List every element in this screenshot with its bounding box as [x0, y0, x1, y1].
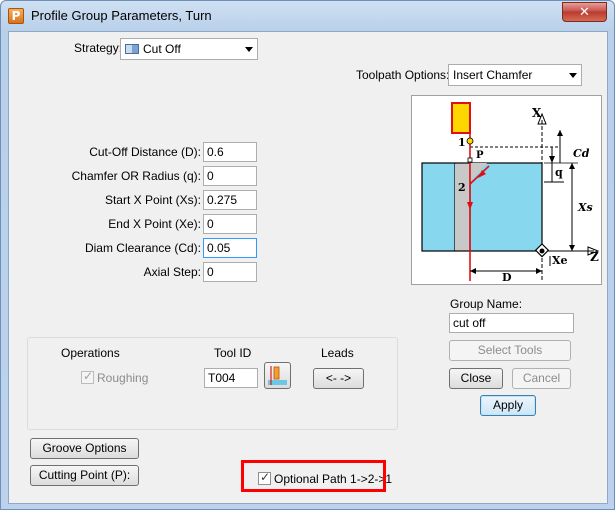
group-name-input[interactable]: cut off	[449, 313, 574, 333]
tool-picker-button[interactable]	[264, 362, 291, 389]
dialog-body: Strategy: Cut Off Toolpath Options: Inse…	[8, 31, 608, 504]
close-window-button[interactable]: ✕	[562, 2, 607, 22]
x-axis-label: X	[532, 106, 542, 120]
diam-clearance-label: Diam Clearance (Cd):	[84, 241, 201, 255]
tool-icon	[451, 102, 471, 134]
chamfer-radius-label: Chamfer OR Radius (q):	[71, 169, 201, 183]
roughing-checkbox[interactable]: ✓	[81, 369, 94, 384]
dialog-window: P Profile Group Parameters, Turn ✕ Strat…	[0, 0, 615, 510]
toolpath-options-dropdown[interactable]: Insert Chamfer	[448, 64, 582, 86]
axial-step-label: Axial Step:	[143, 265, 201, 279]
xe-label: Xe	[552, 254, 568, 267]
window-title: Profile Group Parameters, Turn	[31, 8, 212, 23]
roughing-label: Roughing	[97, 371, 149, 385]
cd-label: Cd	[573, 147, 590, 160]
d-label: D	[502, 271, 512, 284]
part-left-block	[421, 162, 456, 252]
chevron-down-icon	[569, 73, 577, 78]
groove-options-button[interactable]: Groove Options	[30, 438, 139, 459]
z-axis-label: Z	[590, 250, 599, 264]
point-1-marker	[466, 137, 474, 145]
axial-step-input[interactable]: 0	[203, 262, 257, 282]
select-tools-button[interactable]: Select Tools	[449, 340, 571, 361]
end-x-label: End X Point (Xe):	[108, 217, 201, 231]
chamfer-radius-input[interactable]: 0	[203, 166, 257, 186]
highlight-box	[241, 460, 386, 492]
apply-button[interactable]: Apply	[480, 395, 536, 416]
close-button[interactable]: Close	[449, 368, 503, 389]
cutoff-distance-input[interactable]: 0.6	[203, 142, 257, 162]
leads-header: Leads	[321, 346, 354, 360]
start-x-input[interactable]: 0.275	[203, 190, 257, 210]
cutoff-distance-label: Cut-Off Distance (D):	[89, 145, 201, 159]
cut-off-icon	[125, 44, 139, 54]
end-x-input[interactable]: 0	[203, 214, 257, 234]
checkmark-icon: ✓	[83, 369, 94, 383]
tool-id-header: Tool ID	[214, 346, 252, 360]
point-2-label: 2	[458, 181, 466, 194]
strategy-value: Cut Off	[143, 42, 181, 56]
cancel-button[interactable]: Cancel	[512, 368, 571, 389]
strategy-label: Strategy:	[74, 41, 123, 55]
app-logo-icon: P	[8, 8, 24, 24]
p-label: P	[476, 150, 484, 161]
lathe-tool-icon	[268, 366, 287, 385]
toolpath-options-value: Insert Chamfer	[453, 68, 533, 82]
tool-id-input[interactable]: T004	[204, 368, 258, 388]
cutting-point-button[interactable]: Cutting Point (P):	[30, 465, 139, 486]
q-label: q	[555, 166, 563, 179]
title-bar[interactable]: P Profile Group Parameters, Turn ✕	[1, 1, 614, 31]
cutoff-diagram-svg: X Z 1 P 2 Cd q Xs Xe D	[421, 102, 600, 284]
xs-label: Xs	[577, 201, 593, 214]
operations-header: Operations	[61, 346, 120, 360]
point-1-label: 1	[458, 136, 466, 149]
toolpath-options-label: Toolpath Options:	[356, 68, 450, 82]
cutoff-diagram: X Z 1 P 2 Cd q Xs Xe D	[411, 95, 602, 285]
chevron-down-icon	[245, 47, 253, 52]
strategy-dropdown[interactable]: Cut Off	[120, 38, 258, 60]
diam-clearance-input[interactable]: 0.05	[203, 238, 257, 258]
start-x-label: Start X Point (Xs):	[104, 193, 201, 207]
group-name-label: Group Name:	[450, 297, 523, 311]
leads-button[interactable]: <- ->	[313, 368, 364, 389]
